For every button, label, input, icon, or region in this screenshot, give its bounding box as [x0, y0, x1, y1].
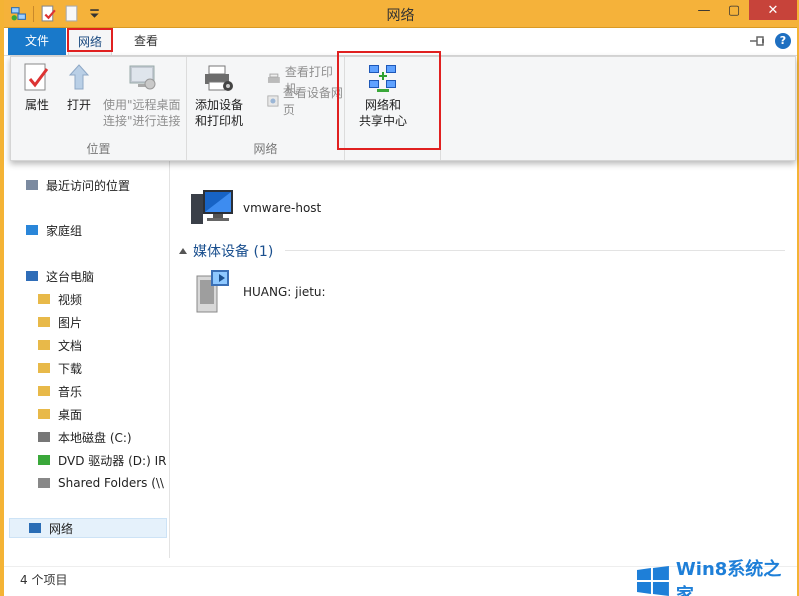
- group-header-label: 媒体设备 (1): [193, 244, 274, 260]
- properties-check-icon: [24, 63, 49, 91]
- sidebar-item-label: 视频: [58, 292, 83, 307]
- collapse-triangle-icon[interactable]: [179, 248, 187, 254]
- maximize-icon: ▢: [727, 2, 741, 18]
- pin-ribbon-icon[interactable]: [749, 34, 767, 48]
- sidebar-item[interactable]: Shared Folders (\\: [36, 473, 164, 493]
- sidebar-item[interactable]: 音乐: [36, 381, 82, 401]
- media-server-icon: [196, 270, 229, 313]
- watermark: Win8系统之家: [636, 555, 799, 596]
- sidebar-item[interactable]: DVD 驱动器 (D:) IR: [36, 450, 166, 470]
- local-disk-icon: [38, 432, 50, 442]
- sidebar-item[interactable]: 视频: [36, 289, 82, 309]
- this-pc-icon: [26, 271, 38, 281]
- item-count: 4 个项目: [20, 573, 68, 587]
- shared-folders-icon: [38, 478, 50, 488]
- tab-file[interactable]: 文件: [8, 28, 66, 55]
- properties-button[interactable]: 属性: [21, 62, 53, 113]
- dvd-drive-icon: [38, 455, 50, 465]
- network-tab-highlight: [67, 28, 113, 52]
- minimize-button[interactable]: —: [689, 0, 719, 20]
- ribbon-group-network: 添加设备 和打印机 查看打印机 查看设备网页 网络: [187, 57, 345, 160]
- sidebar-item-label: 图片: [58, 315, 83, 330]
- sidebar-item[interactable]: 家庭组: [24, 220, 82, 240]
- sidebar-item-label: 家庭组: [46, 223, 83, 238]
- help-icon[interactable]: ?: [775, 33, 791, 49]
- homegroup-icon: [26, 225, 38, 235]
- sidebar-item-label: 这台电脑: [46, 269, 95, 284]
- remote-desktop-icon: [129, 65, 156, 90]
- sidebar-item[interactable]: 文档: [36, 335, 82, 355]
- add-device-label-2: 和打印机: [195, 114, 244, 128]
- remote-desktop-button[interactable]: 使用"远程桌面 连接"进行连接: [103, 62, 181, 129]
- remote-desktop-label-1: 使用"远程桌面: [103, 98, 181, 112]
- desktop-folder-icon: [38, 409, 50, 419]
- sidebar-item[interactable]: 本地磁盘 (C:): [36, 427, 132, 447]
- tab-view[interactable]: 查看: [122, 28, 170, 55]
- sidebar-item[interactable]: 网络: [9, 518, 167, 538]
- list-item-vmware-host[interactable]: vmware-host: [189, 184, 321, 232]
- properties-label: 属性: [24, 98, 49, 112]
- close-button[interactable]: ✕: [749, 0, 797, 20]
- list-item-label: vmware-host: [243, 201, 322, 215]
- windows-logo-icon: [636, 566, 669, 596]
- open-label: 打开: [66, 98, 91, 112]
- group-label-location: 位置: [86, 142, 111, 156]
- sidebar-item-label: 下载: [58, 361, 83, 376]
- window-title: 网络: [386, 8, 415, 24]
- list-item-label: HUANG: jietu:: [243, 285, 326, 299]
- sidebar-item-label: 文档: [58, 338, 83, 353]
- sidebar-item-label: 桌面: [58, 407, 83, 422]
- view-device-page-icon: [267, 95, 279, 107]
- add-device-printer-button[interactable]: 添加设备 和打印机: [195, 62, 243, 129]
- recent-places-icon: [26, 180, 38, 190]
- printer-device-icon: [205, 65, 233, 91]
- group-label-network: 网络: [253, 142, 278, 156]
- pictures-folder-icon: [38, 317, 50, 327]
- videos-folder-icon: [38, 294, 50, 304]
- sidebar-item-label: Shared Folders (\\: [58, 476, 164, 490]
- group-header-media-devices[interactable]: 媒体设备 (1): [179, 241, 273, 261]
- music-folder-icon: [38, 386, 50, 396]
- maximize-button[interactable]: ▢: [719, 0, 749, 20]
- sidebar-item[interactable]: 最近访问的位置: [24, 175, 130, 195]
- remote-desktop-label-2: 连接"进行连接: [103, 114, 181, 128]
- add-device-label-1: 添加设备: [195, 98, 244, 112]
- group-divider: [285, 250, 785, 251]
- ribbon-right-controls: ?: [749, 33, 791, 49]
- network-icon: [29, 523, 41, 533]
- explorer-window: 网络 — ▢ ✕ 文件 网络 查看 ? 最近访问的位置 家庭组这台电脑视频图片文档…: [4, 0, 797, 596]
- sidebar-item[interactable]: 桌面: [36, 404, 82, 424]
- open-arrow-icon: [68, 64, 90, 90]
- view-device-page-button[interactable]: 查看设备网页: [267, 84, 344, 118]
- sidebar-item-label: DVD 驱动器 (D:) IR: [58, 453, 167, 468]
- window-controls: — ▢ ✕: [689, 0, 797, 20]
- sidebar-item-label: 网络: [49, 521, 74, 536]
- downloads-folder-icon: [38, 363, 50, 373]
- sidebar-item[interactable]: 下载: [36, 358, 82, 378]
- minimize-icon: —: [697, 2, 711, 18]
- close-icon: ✕: [767, 2, 779, 18]
- sidebar-item-label: 音乐: [58, 384, 83, 399]
- view-device-page-label: 查看设备网页: [282, 86, 343, 117]
- sidebar-item[interactable]: 这台电脑: [24, 266, 94, 286]
- title-bar: 网络 — ▢ ✕: [4, 0, 797, 28]
- sidebar-item[interactable]: 图片: [36, 312, 82, 332]
- sidebar-item-label: 最近访问的位置: [46, 178, 131, 193]
- ribbon-group-location: 属性 打开 使用"远程桌面 连接"进行连接 位置: [11, 57, 187, 160]
- documents-folder-icon: [38, 340, 50, 350]
- sidebar-item-label: 本地磁盘 (C:): [58, 430, 132, 445]
- open-button[interactable]: 打开: [63, 62, 95, 113]
- computer-icon: [191, 190, 233, 224]
- network-sharing-center-highlight: [337, 51, 441, 150]
- watermark-text: Win8系统之家: [675, 559, 782, 596]
- list-item-media-server[interactable]: HUANG: jietu:: [189, 268, 326, 316]
